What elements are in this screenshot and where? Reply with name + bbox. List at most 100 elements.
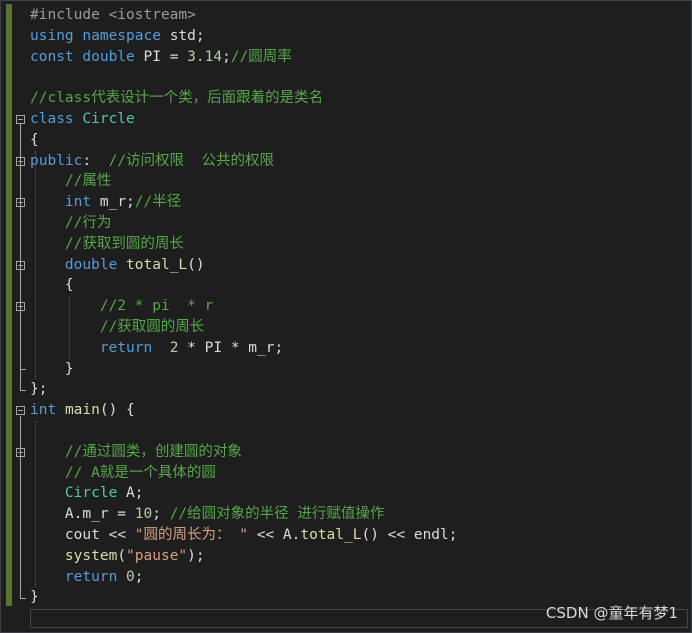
code-token: main xyxy=(64,402,100,419)
code-token: public xyxy=(30,152,83,169)
code-token: //给圆对象的半径 进行赋值操作 xyxy=(169,506,385,523)
code-token: "pause" xyxy=(126,547,188,564)
code-token: class xyxy=(30,111,74,127)
code-token: } xyxy=(30,589,39,606)
code-token: cout << xyxy=(30,527,135,543)
change-tracking-bar xyxy=(6,4,12,606)
code-line[interactable]: return 0; xyxy=(30,567,144,588)
collapse-public-icon[interactable] xyxy=(16,156,25,166)
code-token: //通过圆类，创建圆的对象 xyxy=(30,443,242,460)
code-token: using xyxy=(30,27,74,44)
code-line[interactable]: cout << "圆的周长为： " << A.total_L() << endl… xyxy=(30,525,458,546)
code-token: << A. xyxy=(247,527,301,543)
code-token: total_L xyxy=(300,527,362,543)
code-line[interactable]: #include <iostream> xyxy=(30,5,196,26)
code-token: const xyxy=(30,48,74,65)
fold-end-marker xyxy=(20,597,26,599)
code-line[interactable]: const double PI = 3.14;//圆周率 xyxy=(30,47,292,68)
code-token: #include <iostream> xyxy=(30,7,196,23)
collapse-comment-icon[interactable] xyxy=(16,447,25,457)
fold-guide-line xyxy=(20,415,21,598)
code-token: //圆周率 xyxy=(230,48,292,65)
code-line[interactable]: //获取圆的周长 xyxy=(30,317,204,338)
collapse-function-icon[interactable] xyxy=(16,260,25,270)
code-token: return xyxy=(99,339,153,356)
watermark: CSDN @童年有梦1 xyxy=(545,604,678,622)
code-token: () xyxy=(187,256,205,273)
code-line[interactable]: //2 * pi * r xyxy=(30,296,214,317)
code-area[interactable]: #include <iostream> using namespace std; c… xyxy=(30,0,690,633)
code-token: () { xyxy=(99,402,135,419)
code-token: A; xyxy=(117,485,144,502)
indent-guide xyxy=(35,150,36,380)
code-line[interactable]: class Circle xyxy=(30,109,135,130)
fold-end-marker xyxy=(20,389,26,391)
code-line[interactable]: system("pause"); xyxy=(30,546,205,567)
code-token: { xyxy=(30,131,39,148)
code-line[interactable]: using namespace std; xyxy=(30,26,205,47)
code-token: double xyxy=(64,256,118,273)
code-token: //获取圆的周长 xyxy=(30,319,205,335)
code-line[interactable]: } xyxy=(30,359,74,380)
code-token: //半径 xyxy=(134,194,182,211)
code-line[interactable]: //通过圆类，创建圆的对象 xyxy=(30,442,242,463)
code-line[interactable]: //行为 xyxy=(30,213,111,234)
code-line[interactable]: A.m_r = 10; //给圆对象的半径 进行赋值操作 xyxy=(30,504,385,525)
code-token: Circle xyxy=(64,485,118,502)
code-token: //2 * pi * r xyxy=(30,298,214,315)
code-line[interactable]: { xyxy=(30,130,39,151)
code-token: //属性 xyxy=(30,173,112,190)
code-line[interactable]: Circle A; xyxy=(30,483,144,504)
code-token: return xyxy=(64,568,118,585)
code-token: "圆的周长为： " xyxy=(134,527,248,543)
code-token: ; xyxy=(222,48,231,65)
fold-end-marker xyxy=(20,369,26,370)
code-token: std; xyxy=(160,27,205,44)
code-token: 0 xyxy=(126,568,135,585)
code-token: //访问权限 公共的权限 xyxy=(108,152,275,169)
code-line[interactable]: int main() { xyxy=(30,400,135,421)
code-line[interactable]: double total_L() xyxy=(30,255,205,276)
code-token: * PI * m_r; xyxy=(178,339,284,356)
code-token: // A就是一个具体的圆 xyxy=(30,464,216,481)
code-line[interactable]: public: //访问权限 公共的权限 xyxy=(30,151,274,172)
code-token: () << endl; xyxy=(361,527,458,543)
code-line[interactable]: }; xyxy=(30,379,47,400)
code-editor[interactable]: #include <iostream> using namespace std; c… xyxy=(0,0,692,633)
code-token: 10 xyxy=(134,506,153,523)
code-line[interactable]: int m_r;//半径 xyxy=(30,192,181,213)
collapse-comment-icon[interactable] xyxy=(16,302,25,312)
code-line[interactable]: return 2 * PI * m_r; xyxy=(30,338,283,359)
code-token: { xyxy=(30,277,74,294)
collapse-main-icon[interactable] xyxy=(16,406,25,416)
code-token: int xyxy=(30,402,57,419)
code-line[interactable]: } xyxy=(30,587,39,608)
code-token: }; xyxy=(30,381,48,398)
code-token: system xyxy=(64,547,118,564)
code-line[interactable]: //class代表设计一个类，后面跟着的是类名 xyxy=(30,88,323,109)
code-token: namespace xyxy=(82,27,161,44)
code-token: ; xyxy=(134,568,144,585)
code-token: PI = xyxy=(134,48,188,65)
code-token: int xyxy=(64,194,92,211)
code-token: } xyxy=(30,360,74,377)
code-token: m_r; xyxy=(91,194,135,211)
code-token: //行为 xyxy=(30,215,112,231)
code-token: A.m_r = xyxy=(30,506,135,523)
indent-guide xyxy=(69,296,70,359)
code-token: total_L xyxy=(126,256,188,273)
code-line[interactable]: { xyxy=(30,275,74,296)
code-line[interactable]: // A就是一个具体的圆 xyxy=(30,463,216,484)
code-token: ( xyxy=(117,547,127,564)
collapse-class-icon[interactable] xyxy=(16,114,25,124)
collapse-member-icon[interactable] xyxy=(16,198,25,208)
code-token: : xyxy=(82,152,109,169)
code-line[interactable]: //属性 xyxy=(30,171,111,192)
code-token: double xyxy=(82,48,135,65)
code-line[interactable]: //获取到圆的周长 xyxy=(30,234,184,255)
